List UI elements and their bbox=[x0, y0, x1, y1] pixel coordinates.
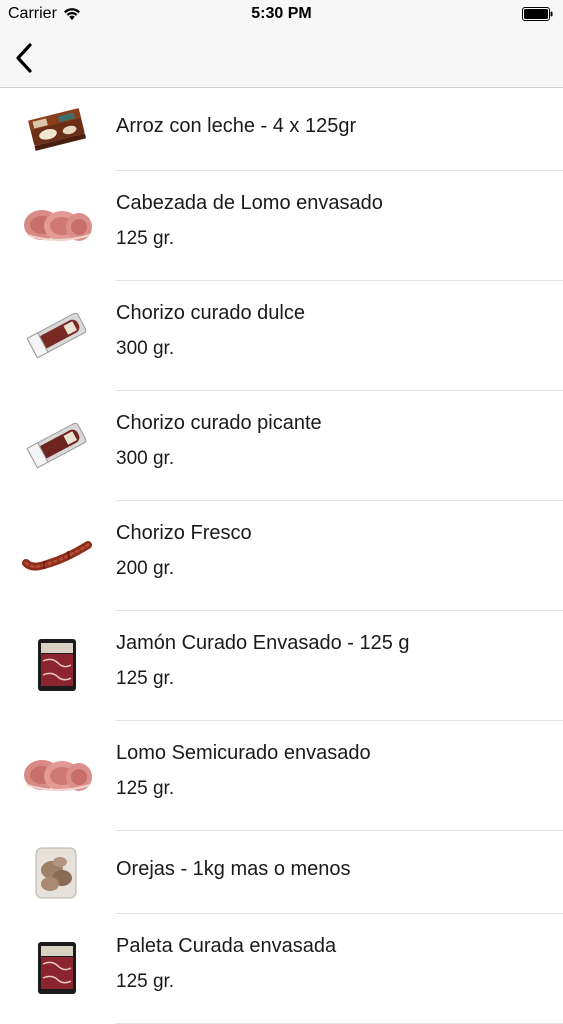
ham-tray-image bbox=[38, 639, 76, 691]
ham-tray-image bbox=[38, 942, 76, 994]
product-weight: 300 gr. bbox=[116, 338, 175, 359]
product-weight: 300 gr. bbox=[116, 448, 175, 469]
list-item[interactable]: Arroz con leche - 4 x 125gr bbox=[0, 88, 563, 171]
fresh-chorizo-image bbox=[22, 541, 92, 571]
product-title: Paleta Curada envasada bbox=[116, 935, 337, 957]
list-item[interactable]: Paleta Curada envasada 125 gr. bbox=[0, 914, 563, 1024]
product-weight: 125 gr. bbox=[116, 668, 175, 689]
back-button[interactable] bbox=[12, 40, 42, 76]
status-time: 5:30 PM bbox=[251, 5, 312, 22]
battery-icon bbox=[522, 7, 553, 21]
packaged-chorizo-image bbox=[26, 312, 87, 359]
product-title: Orejas - 1kg mas o menos bbox=[116, 858, 351, 880]
packaged-chorizo-image bbox=[26, 422, 87, 469]
navigation-bar bbox=[0, 30, 563, 88]
ears-bag-image bbox=[35, 847, 77, 899]
product-title: Chorizo Fresco bbox=[116, 522, 252, 544]
list-item[interactable]: Cabezada de Lomo envasado 125 gr. bbox=[0, 171, 563, 281]
sliced-loin-image bbox=[24, 210, 92, 241]
product-title: Jamón Curado Envasado - 125 g bbox=[116, 632, 410, 654]
status-bar: Carrier 5:30 PM bbox=[0, 0, 563, 30]
list-item[interactable]: Lomo Semicurado envasado 125 gr. bbox=[0, 721, 563, 831]
list-item[interactable]: Chorizo Fresco 200 gr. bbox=[0, 501, 563, 611]
product-title: Arroz con leche - 4 x 125gr bbox=[116, 115, 357, 137]
product-list: Arroz con leche - 4 x 125gr Cabezada de … bbox=[0, 88, 563, 1024]
product-weight: 125 gr. bbox=[116, 971, 175, 992]
product-weight: 200 gr. bbox=[116, 558, 175, 579]
list-item[interactable]: Jamón Curado Envasado - 125 g 125 gr. bbox=[0, 611, 563, 721]
product-weight: 125 gr. bbox=[116, 778, 175, 799]
product-title: Chorizo curado dulce bbox=[116, 302, 305, 324]
product-title: Lomo Semicurado envasado bbox=[116, 742, 371, 764]
product-weight: 125 gr. bbox=[116, 228, 175, 249]
list-item[interactable]: Chorizo curado picante 300 gr. bbox=[0, 391, 563, 501]
list-item[interactable]: Chorizo curado dulce 300 gr. bbox=[0, 281, 563, 391]
rice-pudding-pack-image bbox=[28, 108, 87, 151]
chevron-left-icon bbox=[16, 43, 32, 73]
product-title: Chorizo curado picante bbox=[116, 412, 322, 434]
product-title: Cabezada de Lomo envasado bbox=[116, 192, 383, 214]
list-item[interactable]: Orejas - 1kg mas o menos bbox=[0, 831, 563, 914]
sliced-loin-image bbox=[24, 760, 92, 791]
